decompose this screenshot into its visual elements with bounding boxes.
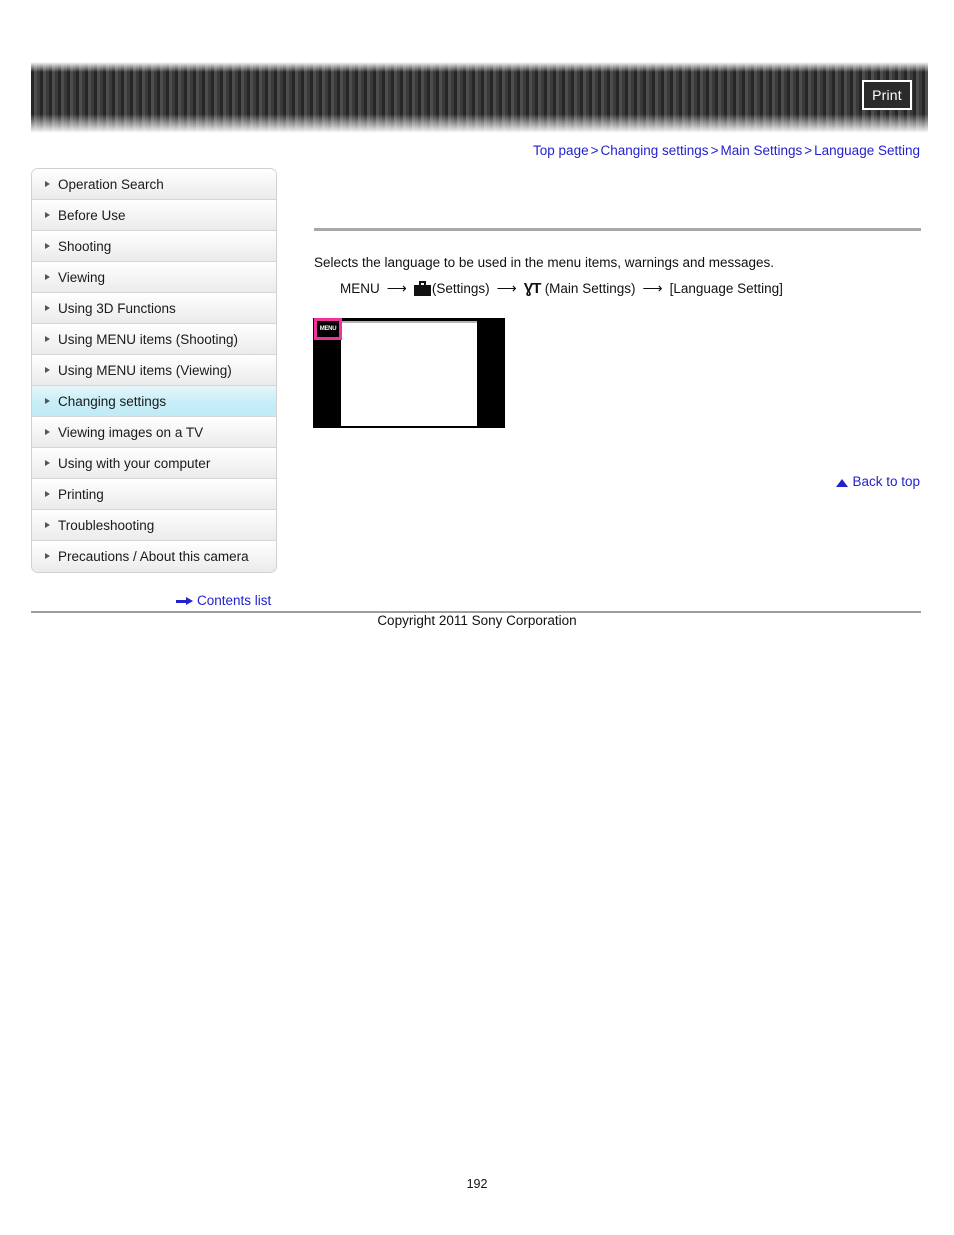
sidebar-item-label: Before Use: [58, 208, 126, 223]
contents-list-label: Contents list: [197, 593, 272, 608]
sidebar-item-label: Troubleshooting: [58, 518, 155, 533]
camera-screen-top-edge: [341, 321, 477, 323]
sidebar-item-before-use[interactable]: Before Use: [32, 200, 276, 231]
intro-text: Selects the language to be used in the m…: [314, 255, 775, 270]
menu-path-settings-label: (Settings): [431, 281, 490, 296]
copyright-text: Copyright 2011 Sony Corporation: [377, 613, 577, 628]
page-number: 192: [466, 1177, 488, 1191]
sidebar-item-using-with-your-computer[interactable]: Using with your computer: [32, 448, 276, 479]
sidebar-item-printing[interactable]: Printing: [32, 479, 276, 510]
sidebar-item-label: Using MENU items (Shooting): [58, 332, 239, 347]
triangle-bullet-icon: [45, 553, 50, 559]
sidebar-item-label: Using MENU items (Viewing): [58, 363, 232, 378]
wrench-screwdriver-glyph: ƔT: [523, 279, 542, 297]
triangle-bullet-icon: [45, 243, 50, 249]
sidebar-item-troubleshooting[interactable]: Troubleshooting: [32, 510, 276, 541]
triangle-bullet-icon: [45, 460, 50, 466]
breadcrumb-separator: >: [590, 143, 599, 158]
menu-button-label: MENU: [319, 325, 337, 333]
breadcrumb-separator: >: [804, 143, 813, 158]
triangle-bullet-icon: [45, 212, 50, 218]
sidebar-item-precautions-about-this-camera[interactable]: Precautions / About this camera: [32, 541, 276, 572]
sidebar-item-label: Printing: [58, 487, 104, 502]
print-button[interactable]: Print: [862, 80, 912, 110]
triangle-bullet-icon: [45, 429, 50, 435]
triangle-up-icon: [836, 479, 849, 487]
back-to-top-label: Back to top: [852, 474, 920, 489]
arrow-right-glyph-icon: ⟶: [386, 280, 407, 296]
sidebar-item-using-menu-items-shooting[interactable]: Using MENU items (Shooting): [32, 324, 276, 355]
content-divider: [314, 228, 921, 231]
triangle-bullet-icon: [45, 336, 50, 342]
sidebar-item-using-menu-items-viewing[interactable]: Using MENU items (Viewing): [32, 355, 276, 386]
sidebar-item-viewing[interactable]: Viewing: [32, 262, 276, 293]
sidebar-item-viewing-images-on-a-tv[interactable]: Viewing images on a TV: [32, 417, 276, 448]
breadcrumb: Top page > Changing settings > Main Settings…: [533, 143, 920, 158]
sidebar: Operation Search Before Use Shooting Vie…: [31, 168, 277, 573]
sidebar-item-label: Viewing images on a TV: [58, 425, 204, 440]
triangle-bullet-icon: [45, 181, 50, 187]
menu-path-start: MENU: [340, 281, 380, 296]
toolbox-settings-icon: [413, 281, 431, 296]
camera-screen-illustration: MENU: [313, 318, 505, 428]
sidebar-item-operation-search[interactable]: Operation Search: [32, 169, 276, 200]
triangle-bullet-icon: [45, 491, 50, 497]
sidebar-item-label: Changing settings: [58, 394, 167, 409]
camera-screen-area: [341, 321, 477, 426]
contents-list-link[interactable]: Contents list: [176, 593, 271, 608]
triangle-bullet-icon: [45, 305, 50, 311]
sidebar-item-label: Shooting: [58, 239, 112, 254]
arrow-right-glyph-icon: ⟶: [496, 280, 517, 296]
triangle-bullet-icon: [45, 398, 50, 404]
back-to-top-link[interactable]: Back to top: [836, 474, 920, 489]
sidebar-item-label: Operation Search: [58, 177, 164, 192]
triangle-bullet-icon: [45, 274, 50, 280]
breadcrumb-item-top-page[interactable]: Top page: [533, 143, 589, 158]
sidebar-item-label: Viewing: [58, 270, 106, 285]
sidebar-item-using-3d-functions[interactable]: Using 3D Functions: [32, 293, 276, 324]
sidebar-item-shooting[interactable]: Shooting: [32, 231, 276, 262]
sidebar-item-changing-settings[interactable]: Changing settings: [32, 386, 276, 417]
menu-path-target-label: [Language Setting]: [669, 281, 783, 296]
triangle-bullet-icon: [45, 367, 50, 373]
menu-path: MENU ⟶ (Settings) ⟶ ƔT (Main Settings) ⟶…: [340, 280, 783, 297]
breadcrumb-item-main-settings[interactable]: Main Settings: [720, 143, 802, 158]
wrench-screwdriver-icon: ƔT: [523, 279, 543, 297]
sidebar-item-label: Using with your computer: [58, 456, 211, 471]
sidebar-item-label: Precautions / About this camera: [58, 549, 249, 564]
menu-path-main-settings-label: (Main Settings): [544, 281, 636, 296]
triangle-bullet-icon: [45, 522, 50, 528]
arrow-right-icon: [176, 597, 194, 606]
header-banner: Print: [31, 62, 928, 133]
breadcrumb-item-changing-settings[interactable]: Changing settings: [600, 143, 708, 158]
breadcrumb-item-language-setting[interactable]: Language Setting: [814, 143, 920, 158]
arrow-right-glyph-icon: ⟶: [642, 280, 663, 296]
breadcrumb-separator: >: [710, 143, 719, 158]
sidebar-item-label: Using 3D Functions: [58, 301, 176, 316]
menu-button-highlight[interactable]: MENU: [314, 318, 342, 340]
